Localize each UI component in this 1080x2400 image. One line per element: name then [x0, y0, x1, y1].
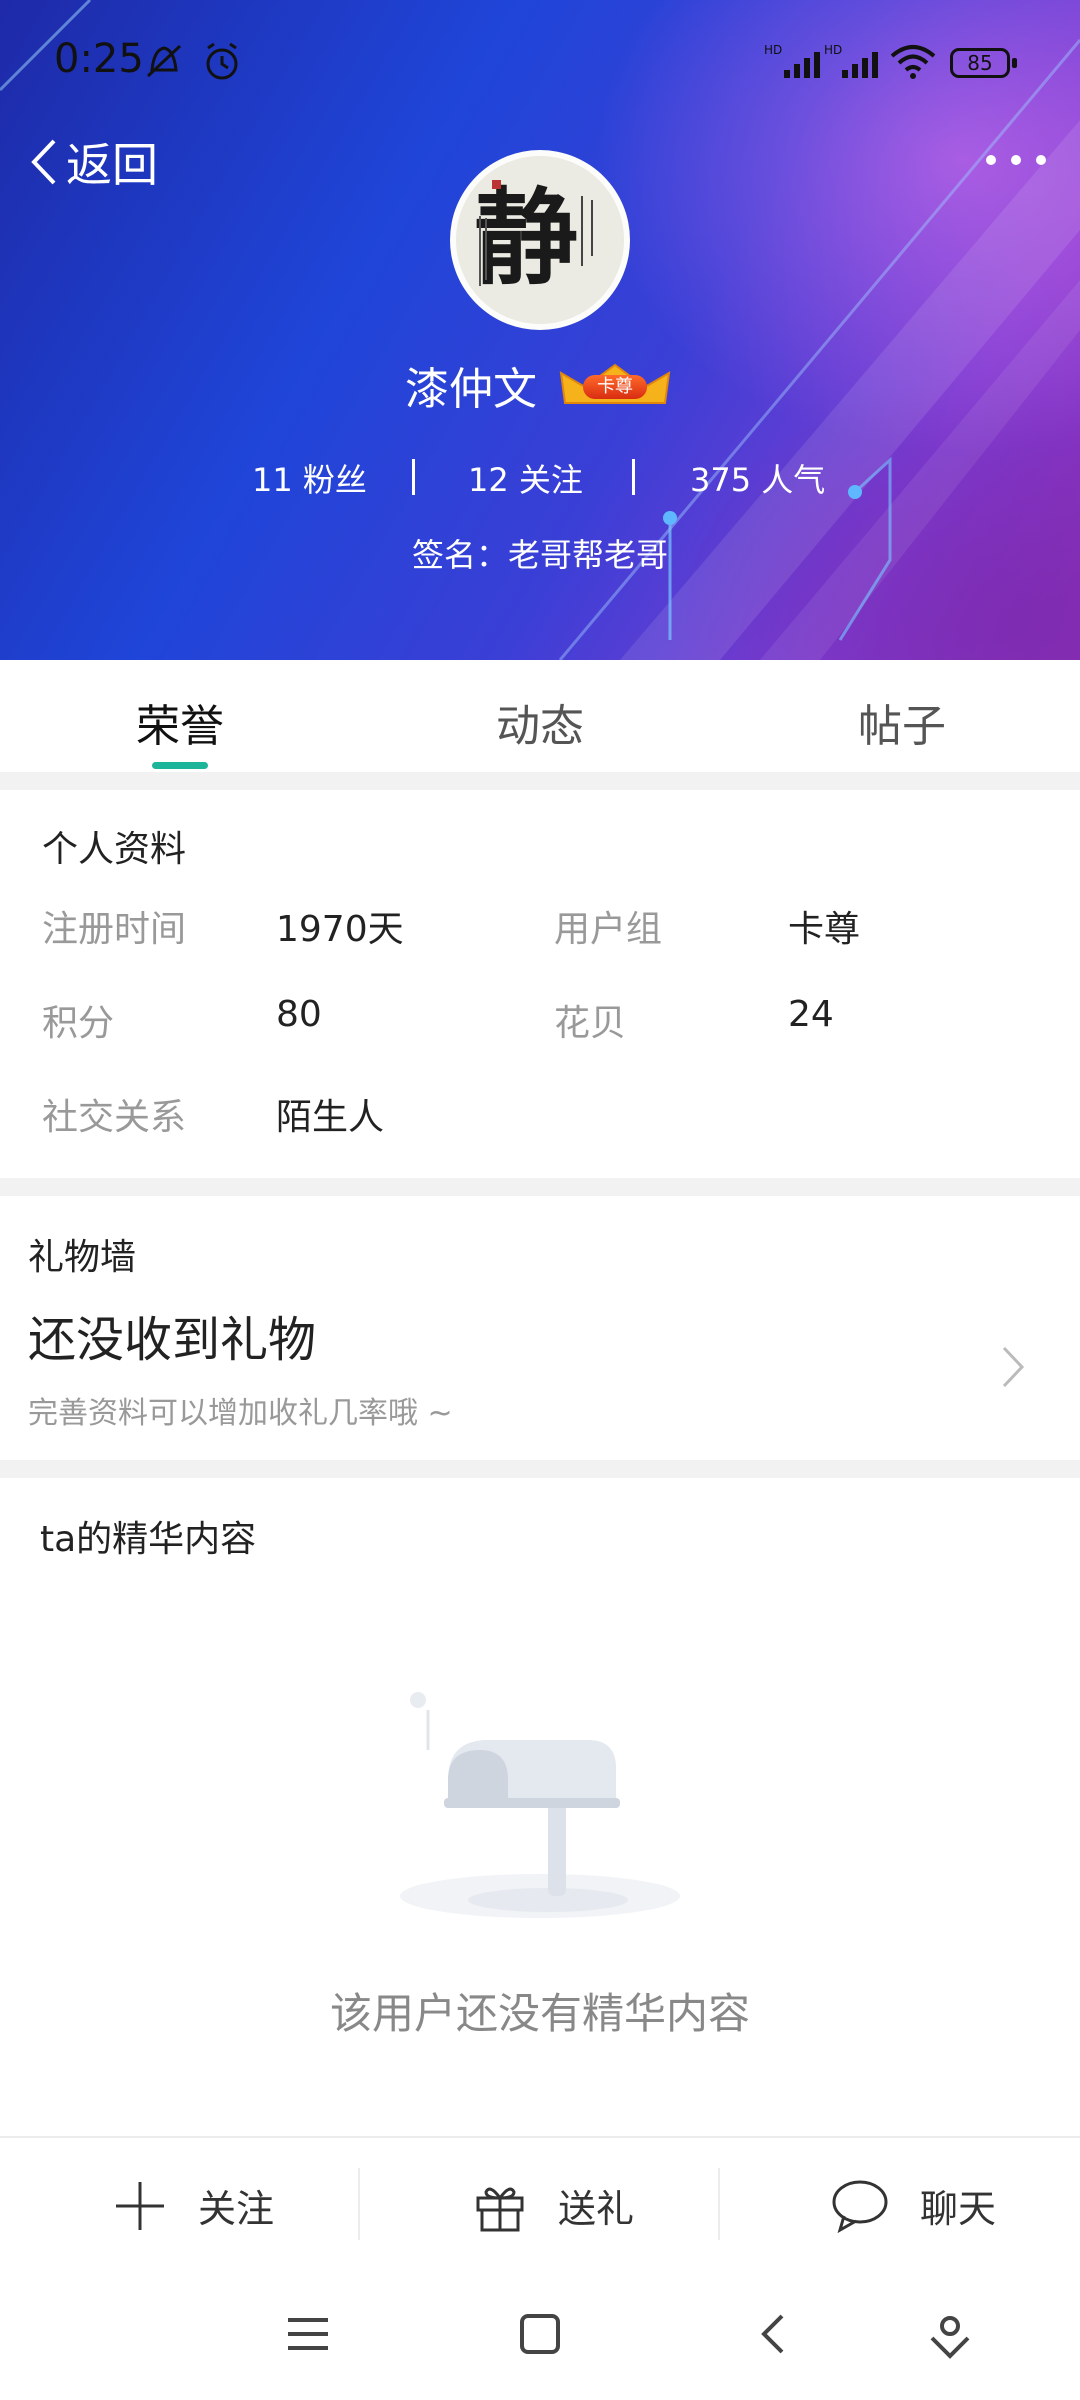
tab-bar: 荣誉 动态 帖子: [0, 660, 1080, 772]
profile-header: 0:25 HD HD 85 返回 静 漆仲文 卡尊 11 粉丝 12 关注 37…: [0, 0, 1080, 660]
stat-fans-label: 粉丝: [302, 461, 367, 499]
signature: 签名：老哥帮老哥: [411, 536, 668, 574]
battery-tip: [1012, 58, 1017, 68]
status-time: 0:25: [54, 36, 144, 82]
stat-popularity: 375 人气: [690, 455, 825, 501]
svg-text:HD: HD: [824, 43, 842, 57]
stat-popularity-value: 375: [690, 461, 752, 499]
svg-text:HD: HD: [764, 43, 782, 57]
send-gift-label: 送礼: [558, 2187, 635, 2231]
alarm-icon: [206, 42, 238, 80]
vip-badge: 卡尊: [555, 363, 675, 407]
chevron-right-icon: [1002, 1346, 1025, 1388]
avatar[interactable]: 静: [450, 150, 630, 330]
stat-following-label: 关注: [518, 461, 583, 499]
stat-divider: [412, 459, 415, 495]
stat-fans-value: 11: [252, 461, 293, 499]
stat-following-value: 12: [468, 461, 509, 499]
relationship-value: 陌生人: [276, 1097, 385, 1138]
username-row: 漆仲文 卡尊: [0, 350, 1080, 420]
section-divider: [0, 1178, 1080, 1196]
active-tab-indicator: [152, 762, 208, 769]
vip-badge-label: 卡尊: [583, 375, 647, 399]
follow-button[interactable]: 关注: [112, 2138, 274, 2273]
chat-label: 聊天: [920, 2187, 997, 2231]
action-divider: [358, 2168, 360, 2240]
relationship-label: 社交关系: [42, 1097, 187, 1138]
chat-bubble-icon: [832, 2180, 888, 2233]
gift-wall-title: 礼物墙: [28, 1237, 137, 1278]
status-bar: 0:25 HD HD 85: [0, 28, 1080, 98]
back-button[interactable]: 返回: [28, 130, 158, 194]
bottom-action-bar: 关注 送礼 聊天: [0, 2136, 1080, 2273]
stat-divider: [632, 459, 635, 495]
menu-icon[interactable]: [286, 2312, 330, 2356]
follow-label: 关注: [198, 2187, 275, 2231]
avatar-calligraphy-image: 静: [456, 156, 624, 324]
register-time-label: 注册时间: [42, 909, 187, 950]
stat-popularity-label: 人气: [761, 461, 826, 499]
back-triangle-icon[interactable]: [752, 2312, 796, 2356]
battery-indicator: 85: [950, 48, 1010, 78]
action-divider: [718, 2168, 720, 2240]
back-label: 返回: [66, 138, 158, 192]
home-square-icon[interactable]: [518, 2312, 562, 2356]
tab-activity[interactable]: 动态: [496, 690, 584, 754]
username: 漆仲文: [405, 364, 537, 415]
more-options-icon[interactable]: [986, 150, 1046, 170]
tab-posts[interactable]: 帖子: [858, 690, 946, 754]
chat-button[interactable]: 聊天: [830, 2138, 996, 2273]
featured-empty-text: 该用户还没有精华内容: [329, 1989, 750, 2038]
gift-wall-empty-title: 还没收到礼物: [28, 1312, 317, 1368]
stat-fans[interactable]: 11 粉丝: [252, 455, 367, 501]
stat-following[interactable]: 12 关注: [468, 455, 583, 501]
user-group-label: 用户组: [554, 909, 663, 950]
huabei-value: 24: [788, 994, 834, 1035]
points-value: 80: [276, 994, 322, 1035]
gift-icon: [476, 2187, 524, 2231]
stats-row: 11 粉丝 12 关注 375 人气: [0, 455, 1080, 511]
gift-wall-hint: 完善资料可以增加收礼几率哦 ~: [28, 1396, 453, 1431]
plus-icon: [116, 2181, 164, 2230]
huabei-label: 花贝: [554, 1003, 627, 1044]
avatar-character: 静: [474, 176, 578, 299]
signal-hd-2-icon: HD: [824, 43, 878, 78]
section-divider: [0, 772, 1080, 790]
wifi-icon: [890, 45, 936, 79]
muted-bell-icon: [146, 44, 182, 78]
gift-wall-row[interactable]: 还没收到礼物 完善资料可以增加收礼几率哦 ~: [0, 1280, 1080, 1440]
points-label: 积分: [42, 1003, 115, 1044]
chevron-left-icon: [31, 139, 56, 185]
featured-section-title: ta的精华内容: [40, 1519, 257, 1560]
empty-mailbox-illustration: [400, 1692, 680, 1918]
tab-honor[interactable]: 荣誉: [136, 690, 224, 754]
register-time-value: 1970天: [276, 909, 404, 950]
section-divider: [0, 1460, 1080, 1478]
user-group-value: 卡尊: [788, 909, 861, 950]
profile-section-title: 个人资料: [42, 829, 187, 870]
system-navigation-bar: [0, 2272, 1080, 2400]
assistant-icon[interactable]: [926, 2312, 974, 2360]
send-gift-button[interactable]: 送礼: [472, 2138, 634, 2273]
